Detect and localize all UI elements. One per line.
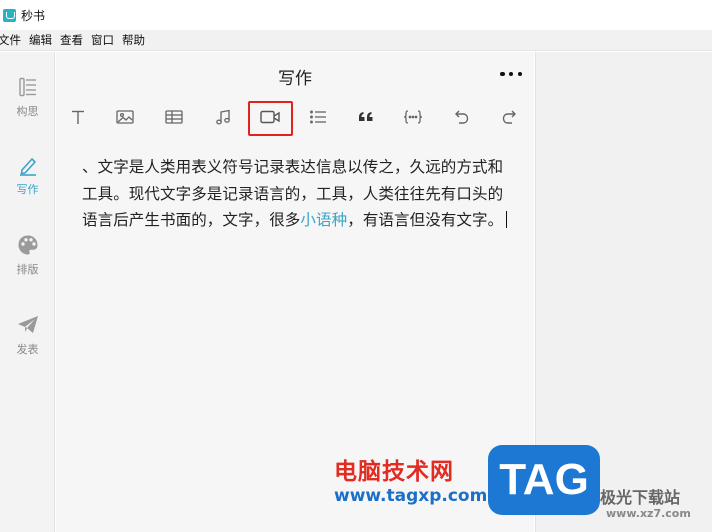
sidebar-item-layout[interactable]: 排版	[0, 232, 55, 292]
sidebar-item-label: 发表	[16, 343, 39, 356]
outline-icon	[15, 74, 41, 100]
menu-edit[interactable]: 编辑	[29, 30, 52, 51]
watermark-tag: TAG	[488, 445, 600, 515]
sidebar-item-publish[interactable]: 发表	[0, 312, 55, 372]
video-icon[interactable]	[255, 102, 285, 132]
content-text-end: ，有语言但没有文字。	[347, 211, 504, 229]
pen-icon	[15, 152, 41, 178]
undo-icon[interactable]	[446, 102, 476, 132]
redo-icon[interactable]	[495, 102, 525, 132]
content-link[interactable]: 小语种	[300, 211, 347, 229]
sidebar-item-label: 排版	[16, 263, 39, 276]
editor-content[interactable]: 、文字是人类用表义符号记录表达信息以传之，久远的方式和工具。现代文字多是记录语言…	[82, 154, 512, 234]
more-options-button[interactable]	[500, 65, 522, 83]
list-icon[interactable]	[303, 102, 333, 132]
image-icon[interactable]	[110, 102, 140, 132]
menu-help[interactable]: 帮助	[122, 30, 145, 51]
text-icon[interactable]	[63, 102, 93, 132]
sidebar-item-label: 构思	[16, 105, 39, 118]
editor-panel: 写作 、文字是人类用表义符号记录表达信息以传之，久远的方式和工具。现代文字多是记…	[56, 52, 534, 532]
sidebar-item-label: 写作	[16, 183, 39, 196]
title-bar: 秒书	[0, 0, 712, 30]
watermark-url: www.tagxp.com	[334, 486, 488, 506]
dot-icon	[517, 71, 522, 77]
dot-icon	[500, 71, 505, 77]
menu-bar: 文件 编辑 查看 窗口 帮助	[0, 30, 712, 51]
watermark-cn: 电脑技术网	[334, 459, 454, 485]
table-icon[interactable]	[159, 102, 189, 132]
music-icon[interactable]	[208, 102, 238, 132]
sidebar-item-write[interactable]: 写作	[0, 152, 55, 212]
app-title: 秒书	[21, 8, 46, 23]
editor-header: 写作	[56, 52, 534, 98]
dot-icon	[508, 71, 514, 77]
palette-icon	[15, 232, 41, 258]
sidebar-item-outline[interactable]: 构思	[0, 74, 55, 134]
menu-view[interactable]: 查看	[60, 30, 83, 51]
text-caret	[506, 211, 508, 228]
left-sidebar: 构思 写作 排版 发表	[0, 52, 55, 532]
code-block-icon[interactable]	[398, 102, 428, 132]
quote-icon[interactable]	[351, 102, 381, 132]
menu-window[interactable]: 窗口	[91, 30, 114, 51]
page-title: 写作	[278, 69, 312, 89]
watermark-site: 极光下载站	[600, 488, 681, 507]
menu-file[interactable]: 文件	[0, 30, 21, 51]
app-logo-icon	[3, 8, 16, 22]
paper-plane-icon	[15, 312, 41, 338]
editor-toolbar	[56, 98, 534, 136]
watermark-site-url: www.xz7.com	[606, 507, 691, 520]
